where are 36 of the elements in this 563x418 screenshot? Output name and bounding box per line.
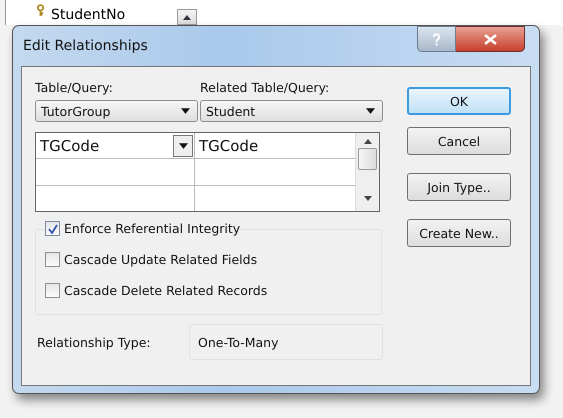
- dialog-button[interactable]: Create New..: [407, 219, 511, 247]
- up-arrow-icon: [183, 14, 191, 20]
- checkbox-label[interactable]: Enforce Referential Integrity: [64, 221, 240, 236]
- scrollbar[interactable]: [355, 133, 379, 211]
- field-label: Relationship Type:: [36, 334, 152, 350]
- key-icon: [36, 4, 45, 17]
- dialog-button[interactable]: Cancel: [407, 127, 511, 155]
- checkbox[interactable]: [45, 221, 60, 236]
- caret-icon: [366, 108, 375, 114]
- down-arrow-icon: [364, 196, 372, 201]
- table-cell[interactable]: TGCode: [195, 133, 355, 158]
- scroll-up-button[interactable]: [177, 9, 197, 25]
- relationship-type-value: One-To-Many: [189, 324, 383, 360]
- dialog-button[interactable]: OK: [407, 87, 511, 115]
- help-button[interactable]: [417, 26, 456, 52]
- checkmark-icon: [48, 224, 58, 234]
- window-title: Edit Relationships: [23, 38, 148, 54]
- field-label: Related Table/Query:: [200, 80, 330, 96]
- scroll-thumb[interactable]: [358, 148, 377, 170]
- checkbox-label[interactable]: Cascade Delete Related Records: [64, 283, 268, 298]
- close-icon: [484, 34, 496, 44]
- up-arrow-icon: [364, 139, 372, 144]
- table-dropdown[interactable]: Student: [200, 100, 383, 122]
- dialog-button[interactable]: Join Type..: [407, 173, 511, 201]
- field-name: StudentNo: [51, 7, 126, 23]
- table-dropdown[interactable]: TutorGroup: [35, 100, 198, 122]
- checkbox-label[interactable]: Cascade Update Related Fields: [64, 252, 258, 267]
- dropdown-button[interactable]: [173, 134, 193, 157]
- caret-icon: [178, 142, 188, 149]
- table-cell[interactable]: TGCode: [36, 133, 195, 158]
- close-button[interactable]: [456, 26, 525, 52]
- checkbox[interactable]: [45, 252, 60, 267]
- checkbox[interactable]: [45, 283, 60, 298]
- field-label: Table/Query:: [35, 80, 114, 96]
- caret-icon: [181, 108, 190, 114]
- help-icon: [432, 32, 441, 46]
